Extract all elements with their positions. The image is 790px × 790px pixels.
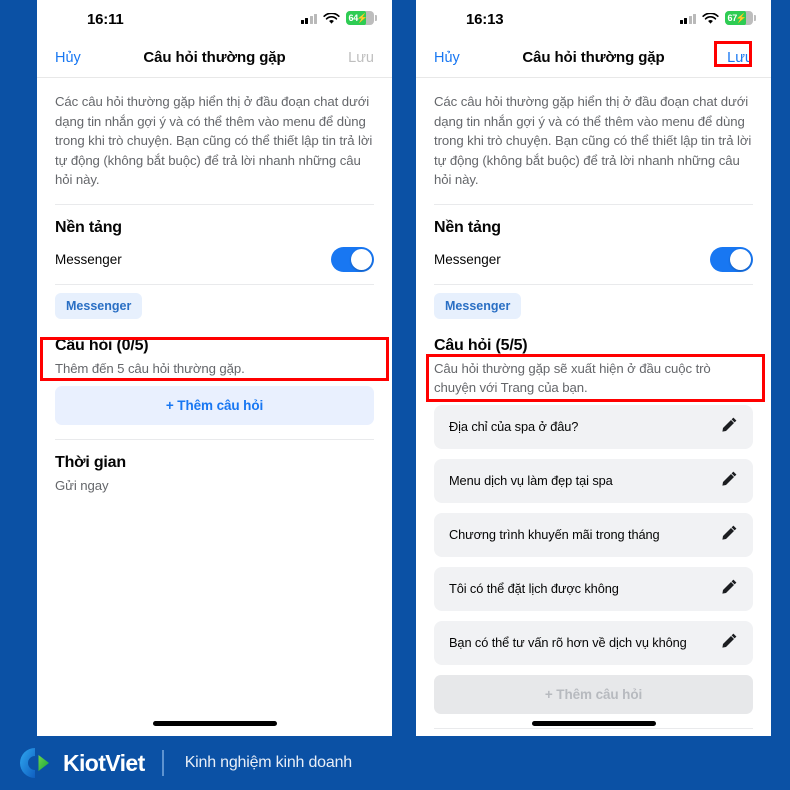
questions-subtitle: Câu hỏi thường gặp sẽ xuất hiện ở đầu cu… bbox=[434, 360, 711, 395]
page-title: Câu hỏi thường gặp bbox=[143, 49, 286, 66]
right-phone-screen: 16:13 67 ⚡ Hủy Câu hỏi thường gặp Lưu Cá… bbox=[416, 0, 771, 736]
question-list: Địa chỉ của spa ở đâu? Menu dịch vụ làm đ… bbox=[434, 404, 753, 665]
messenger-label: Messenger bbox=[55, 251, 122, 267]
footer-tagline: Kinh nghiệm kinh doanh bbox=[184, 754, 352, 771]
cellular-signal-icon bbox=[679, 13, 696, 24]
divider bbox=[55, 283, 374, 285]
kiotviet-logo-icon bbox=[18, 746, 52, 780]
question-text: Menu dịch vụ làm đẹp tại spa bbox=[449, 473, 613, 488]
questions-section-title: Câu hỏi (5/5) bbox=[434, 336, 528, 354]
time-section-title: Thời gian bbox=[434, 729, 753, 737]
time-value: Gửi ngay bbox=[55, 477, 109, 493]
pencil-icon[interactable] bbox=[721, 578, 738, 600]
intro-text: Các câu hỏi thường gặp hiển thị ở đầu đo… bbox=[434, 94, 752, 187]
charging-bolt-icon: ⚡ bbox=[735, 12, 748, 23]
questions-subtitle: Thêm đến 5 câu hỏi thường gặp. bbox=[55, 360, 245, 376]
platform-section-title: Nền tảng bbox=[434, 218, 501, 236]
footer-bar: KiotViet Kinh nghiệm kinh doanh bbox=[0, 736, 790, 790]
add-question-button[interactable]: + Thêm câu hỏi bbox=[434, 674, 753, 714]
question-item[interactable]: Tôi có thể đặt lịch được không bbox=[434, 566, 753, 611]
brand-name: KiotViet bbox=[63, 749, 145, 776]
right-content: Các câu hỏi thường gặp hiển thị ở đầu đo… bbox=[416, 78, 771, 736]
brand-separator bbox=[161, 750, 164, 776]
messenger-chip[interactable]: Messenger bbox=[55, 292, 143, 319]
messenger-toggle-row[interactable]: Messenger bbox=[55, 241, 374, 284]
pencil-icon[interactable] bbox=[721, 524, 738, 546]
left-content: Các câu hỏi thường gặp hiển thị ở đầu đo… bbox=[37, 78, 392, 503]
question-item[interactable]: Địa chỉ của spa ở đâu? bbox=[434, 404, 753, 449]
messenger-toggle[interactable] bbox=[710, 246, 753, 272]
question-text: Chương trình khuyến mãi trong tháng bbox=[449, 527, 660, 542]
save-button[interactable]: Lưu bbox=[348, 50, 374, 66]
left-nav-bar: Hủy Câu hỏi thường gặp Lưu bbox=[37, 38, 392, 78]
cellular-signal-icon bbox=[300, 13, 317, 24]
question-text: Bạn có thể tư vấn rõ hơn về dịch vụ khôn… bbox=[449, 635, 687, 650]
screenshot-stage: 16:11 64 ⚡ Hủy Câu hỏi thường gặp Lưu Cá… bbox=[0, 0, 790, 790]
platform-section-title: Nền tảng bbox=[55, 218, 122, 236]
left-status-time: 16:11 bbox=[87, 10, 124, 28]
question-item[interactable]: Bạn có thể tư vấn rõ hơn về dịch vụ khôn… bbox=[434, 620, 753, 665]
divider bbox=[434, 283, 753, 285]
cancel-button[interactable]: Hủy bbox=[434, 50, 460, 66]
question-text: Tôi có thể đặt lịch được không bbox=[449, 581, 619, 596]
question-item[interactable]: Chương trình khuyến mãi trong tháng bbox=[434, 512, 753, 557]
home-indicator bbox=[531, 721, 656, 726]
question-text: Địa chỉ của spa ở đâu? bbox=[449, 419, 579, 434]
battery-icon: 67 ⚡ bbox=[725, 11, 756, 25]
save-button[interactable]: Lưu bbox=[727, 50, 753, 66]
page-title: Câu hỏi thường gặp bbox=[522, 49, 665, 66]
left-phone-screen: 16:11 64 ⚡ Hủy Câu hỏi thường gặp Lưu Cá… bbox=[37, 0, 392, 736]
messenger-toggle-row[interactable]: Messenger bbox=[434, 241, 753, 284]
pencil-icon[interactable] bbox=[721, 632, 738, 654]
pencil-icon[interactable] bbox=[721, 470, 738, 492]
wifi-icon bbox=[702, 12, 719, 24]
right-nav-bar: Hủy Câu hỏi thường gặp Lưu bbox=[416, 38, 771, 78]
messenger-toggle[interactable] bbox=[331, 246, 374, 272]
right-status-bar: 16:13 67 ⚡ bbox=[416, 0, 771, 38]
cancel-button[interactable]: Hủy bbox=[55, 50, 81, 66]
time-section-title: Thời gian bbox=[55, 453, 126, 471]
pencil-icon[interactable] bbox=[721, 416, 738, 438]
right-status-time: 16:13 bbox=[466, 10, 504, 28]
messenger-label: Messenger bbox=[434, 251, 501, 267]
wifi-icon bbox=[323, 12, 340, 24]
home-indicator bbox=[152, 721, 277, 726]
charging-bolt-icon: ⚡ bbox=[356, 12, 369, 23]
battery-icon: 64 ⚡ bbox=[346, 11, 377, 25]
question-item[interactable]: Menu dịch vụ làm đẹp tại spa bbox=[434, 458, 753, 503]
left-status-bar: 16:11 64 ⚡ bbox=[37, 0, 392, 38]
messenger-chip[interactable]: Messenger bbox=[434, 292, 522, 319]
intro-text: Các câu hỏi thường gặp hiển thị ở đầu đo… bbox=[55, 94, 373, 187]
left-status-indicators: 64 ⚡ bbox=[300, 11, 377, 25]
questions-section-title: Câu hỏi (0/5) bbox=[55, 336, 149, 354]
add-question-button[interactable]: + Thêm câu hỏi bbox=[55, 385, 374, 425]
right-status-indicators: 67 ⚡ bbox=[679, 11, 756, 25]
